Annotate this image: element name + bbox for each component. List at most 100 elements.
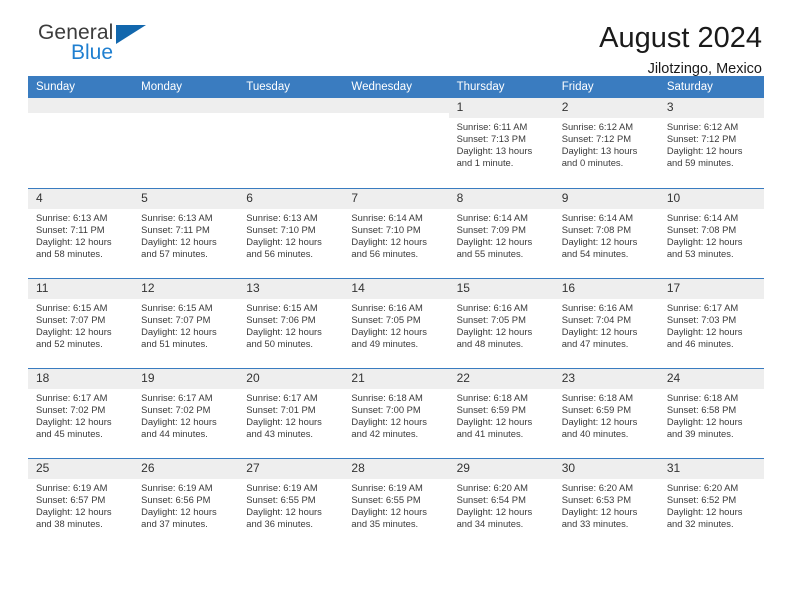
sunrise-time: Sunrise: 6:12 AM [666, 121, 739, 132]
sunset-time: Sunset: 7:07 PM [141, 313, 211, 325]
day-number: 25 [28, 458, 134, 479]
daylight-duration-line2: and 32 minutes. [666, 517, 734, 529]
day-sun-info: Sunrise: 6:20 AM Sunset: 6:52 PM Daylight:… [659, 479, 764, 530]
daylight-duration-line1: Daylight: 12 hours [141, 415, 217, 427]
calendar-day-cell[interactable]: 8 Sunrise: 6:14 AM Sunset: 7:09 PM Daylight… [448, 187, 554, 278]
sunset-time: Sunset: 7:10 PM [351, 223, 421, 235]
calendar-day-cell[interactable]: 25 Sunrise: 6:19 AM Sunset: 6:57 PM Dayligh… [28, 457, 134, 548]
daylight-duration-line1: Daylight: 12 hours [351, 505, 427, 517]
calendar-day-cell[interactable]: 5 Sunrise: 6:13 AM Sunset: 7:11 PM Daylight… [133, 187, 239, 278]
calendar-day-cell[interactable]: 7 Sunrise: 6:14 AM Sunset: 7:10 PM Daylight… [343, 187, 449, 278]
calendar-day-cell[interactable]: 19 Sunrise: 6:17 AM Sunset: 7:02 PM Dayligh… [133, 367, 239, 458]
day-number: 1 [448, 98, 554, 118]
day-sun-info: Sunrise: 6:19 AM Sunset: 6:55 PM Daylight:… [343, 479, 448, 530]
calendar-day-cell[interactable]: 23 Sunrise: 6:18 AM Sunset: 6:59 PM Dayligh… [553, 367, 659, 458]
daylight-duration-line1: Daylight: 12 hours [36, 235, 112, 247]
day-number: 5 [133, 188, 239, 209]
daylight-duration-line1: Daylight: 12 hours [246, 325, 322, 337]
calendar-day-cell[interactable]: 20 Sunrise: 6:17 AM Sunset: 7:01 PM Dayligh… [238, 367, 344, 458]
day-sun-info: Sunrise: 6:13 AM Sunset: 7:11 PM Daylight:… [133, 209, 238, 260]
calendar-day-cell[interactable]: 28 Sunrise: 6:19 AM Sunset: 6:55 PM Dayligh… [343, 457, 449, 548]
daylight-duration-line1: Daylight: 12 hours [666, 145, 743, 157]
sunset-time: Sunset: 7:10 PM [246, 223, 316, 235]
day-number: 27 [238, 458, 344, 479]
sunset-time: Sunset: 6:54 PM [456, 493, 526, 505]
daylight-duration-line1: Daylight: 12 hours [666, 235, 743, 247]
daylight-duration-line2: and 0 minutes. [561, 157, 624, 169]
sunrise-time: Sunrise: 6:14 AM [561, 211, 634, 223]
calendar-day-cell[interactable]: 12 Sunrise: 6:15 AM Sunset: 7:07 PM Dayligh… [133, 277, 239, 368]
calendar-day-cell[interactable]: 16 Sunrise: 6:16 AM Sunset: 7:04 PM Dayligh… [553, 277, 659, 368]
sunset-time: Sunset: 7:02 PM [141, 403, 211, 415]
title-block: August 2024 Jilotzingo, Mexico [599, 22, 764, 79]
calendar-day-cell[interactable]: 17 Sunrise: 6:17 AM Sunset: 7:03 PM Dayligh… [658, 277, 764, 368]
weekday-header-sunday: Sunday [28, 76, 134, 98]
calendar-day-cell[interactable]: 11 Sunrise: 6:15 AM Sunset: 7:07 PM Dayligh… [28, 277, 134, 368]
calendar-day-cell[interactable]: 21 Sunrise: 6:18 AM Sunset: 7:00 PM Dayligh… [343, 367, 449, 458]
day-sun-info: Sunrise: 6:17 AM Sunset: 7:03 PM Daylight:… [659, 299, 764, 350]
general-blue-logo[interactable]: General Blue [38, 22, 158, 68]
calendar-day-cell[interactable]: 31 Sunrise: 6:20 AM Sunset: 6:52 PM Dayligh… [658, 457, 764, 548]
daylight-duration-line2: and 1 minute. [456, 157, 514, 169]
day-number: 18 [28, 368, 134, 389]
day-sun-info: Sunrise: 6:14 AM Sunset: 7:10 PM Daylight:… [343, 209, 448, 260]
daylight-duration-line1: Daylight: 12 hours [456, 505, 533, 517]
day-number: 3 [658, 98, 764, 118]
calendar-day-cell[interactable]: 24 Sunrise: 6:18 AM Sunset: 6:58 PM Dayligh… [658, 367, 764, 458]
daylight-duration-line2: and 59 minutes. [666, 157, 734, 169]
sunset-time: Sunset: 7:09 PM [456, 223, 526, 235]
daylight-duration-line2: and 47 minutes. [561, 337, 629, 349]
weekday-header-thursday: Thursday [448, 76, 554, 98]
calendar-day-cell[interactable]: 15 Sunrise: 6:16 AM Sunset: 7:05 PM Dayligh… [448, 277, 554, 368]
calendar-day-cell[interactable]: 30 Sunrise: 6:20 AM Sunset: 6:53 PM Dayligh… [553, 457, 659, 548]
sunset-time: Sunset: 6:53 PM [561, 493, 632, 505]
day-sun-info: Sunrise: 6:12 AM Sunset: 7:12 PM Daylight:… [554, 118, 659, 169]
sunset-time: Sunset: 7:12 PM [561, 133, 632, 145]
calendar-day-cell[interactable]: 26 Sunrise: 6:19 AM Sunset: 6:56 PM Dayligh… [133, 457, 239, 548]
calendar-day-cell[interactable]: 10 Sunrise: 6:14 AM Sunset: 7:08 PM Dayligh… [658, 187, 764, 278]
calendar-day-cell-empty [343, 98, 449, 188]
calendar-day-cell[interactable]: 27 Sunrise: 6:19 AM Sunset: 6:55 PM Dayligh… [238, 457, 344, 548]
daylight-duration-line1: Daylight: 12 hours [246, 505, 322, 517]
daylight-duration-line2: and 33 minutes. [561, 517, 629, 529]
day-sun-info: Sunrise: 6:13 AM Sunset: 7:11 PM Daylight:… [28, 209, 133, 260]
daylight-duration-line1: Daylight: 12 hours [141, 325, 217, 337]
day-sun-info: Sunrise: 6:18 AM Sunset: 6:59 PM Daylight:… [449, 389, 554, 440]
calendar-day-cell[interactable]: 29 Sunrise: 6:20 AM Sunset: 6:54 PM Dayligh… [448, 457, 554, 548]
daylight-duration-line2: and 54 minutes. [561, 247, 629, 259]
day-number: 28 [343, 458, 449, 479]
calendar-day-cell[interactable]: 14 Sunrise: 6:16 AM Sunset: 7:05 PM Dayligh… [343, 277, 449, 368]
sunrise-time: Sunrise: 6:19 AM [351, 481, 423, 493]
day-number: 31 [658, 458, 764, 479]
daylight-duration-line2: and 39 minutes. [666, 427, 734, 439]
location-subtitle: Jilotzingo, Mexico [647, 61, 762, 77]
day-number: 24 [658, 368, 764, 389]
sunset-time: Sunset: 7:08 PM [666, 223, 737, 235]
day-number: 29 [448, 458, 554, 479]
sunset-time: Sunset: 6:59 PM [456, 403, 526, 415]
calendar-day-cell[interactable]: 18 Sunrise: 6:17 AM Sunset: 7:02 PM Dayligh… [28, 367, 134, 458]
sunset-time: Sunset: 7:11 PM [36, 223, 105, 235]
calendar-day-cell[interactable]: 2 Sunrise: 6:12 AM Sunset: 7:12 PM Daylight… [553, 98, 659, 188]
daylight-duration-line1: Daylight: 12 hours [561, 505, 638, 517]
sunrise-time: Sunrise: 6:13 AM [36, 211, 108, 223]
day-sun-info: Sunrise: 6:19 AM Sunset: 6:57 PM Daylight:… [28, 479, 133, 530]
calendar-day-cell[interactable]: 9 Sunrise: 6:14 AM Sunset: 7:08 PM Daylight… [553, 187, 659, 278]
calendar-day-cell[interactable]: 1 Sunrise: 6:11 AM Sunset: 7:13 PM Daylight… [448, 98, 554, 188]
day-sun-info: Sunrise: 6:18 AM Sunset: 6:59 PM Daylight:… [554, 389, 659, 440]
calendar-day-cell[interactable]: 13 Sunrise: 6:15 AM Sunset: 7:06 PM Dayligh… [238, 277, 344, 368]
calendar-day-cell[interactable]: 3 Sunrise: 6:12 AM Sunset: 7:12 PM Daylight… [658, 98, 764, 188]
calendar-day-cell[interactable]: 4 Sunrise: 6:13 AM Sunset: 7:11 PM Daylight… [28, 187, 134, 278]
daylight-duration-line2: and 52 minutes. [36, 337, 103, 349]
sunrise-time: Sunrise: 6:14 AM [666, 211, 739, 223]
calendar-day-cell[interactable]: 6 Sunrise: 6:13 AM Sunset: 7:10 PM Daylight… [238, 187, 344, 278]
sunset-time: Sunset: 7:03 PM [666, 313, 737, 325]
day-number: 8 [448, 188, 554, 209]
calendar-day-cell[interactable]: 22 Sunrise: 6:18 AM Sunset: 6:59 PM Dayligh… [448, 367, 554, 458]
sunset-time: Sunset: 7:04 PM [561, 313, 632, 325]
sunrise-time: Sunrise: 6:14 AM [351, 211, 423, 223]
daylight-duration-line1: Daylight: 12 hours [456, 325, 533, 337]
calendar-page: General Blue August 2024 Jilotzingo, Mex… [0, 0, 792, 612]
day-number: 22 [448, 368, 554, 389]
sunrise-time: Sunrise: 6:16 AM [351, 301, 423, 313]
